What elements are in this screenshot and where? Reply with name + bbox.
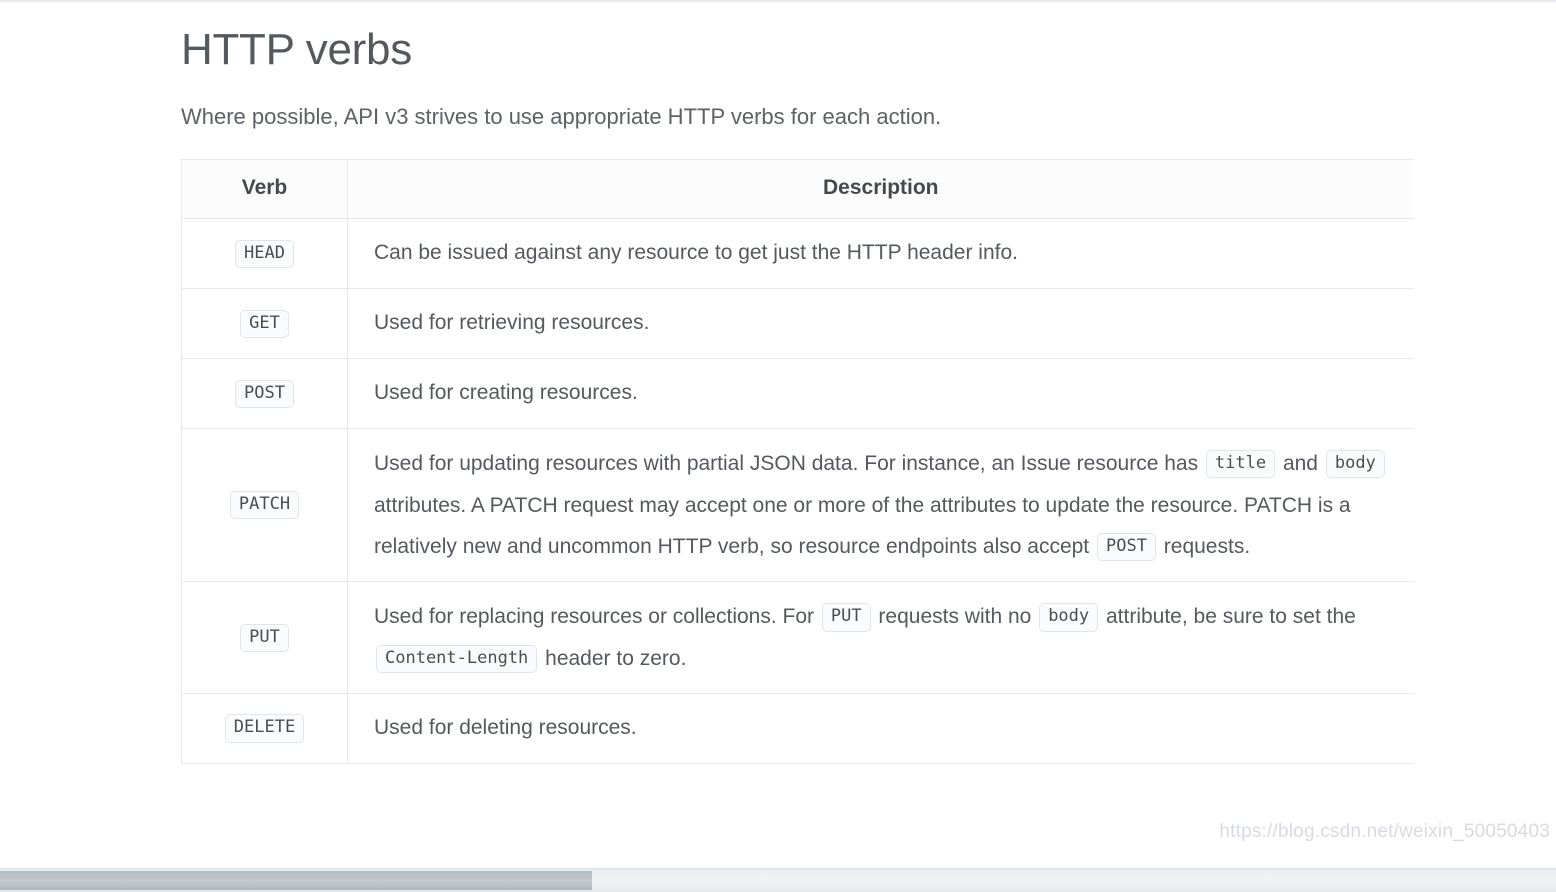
table-row: POST Used for creating resources.: [181, 358, 1414, 430]
table-cell-verb: PUT: [181, 581, 348, 694]
column-header-description: Description: [347, 159, 1414, 220]
horizontal-scrollbar[interactable]: [0, 868, 1556, 892]
http-verbs-table: Verb Description HEAD Can be issued agai…: [181, 159, 1414, 764]
table-cell-verb: POST: [181, 358, 348, 430]
column-header-verb: Verb: [181, 159, 348, 220]
verb-code-badge: HEAD: [235, 239, 294, 268]
verb-code-badge: PATCH: [229, 491, 300, 520]
table-row: DELETE Used for deleting resources.: [181, 693, 1414, 764]
inline-code-post: POST: [1096, 532, 1156, 562]
verb-code-badge: GET: [240, 309, 289, 338]
inline-code-body: body: [1039, 603, 1099, 632]
table-cell-description: Used for replacing resources or collecti…: [347, 581, 1414, 694]
page-intro-paragraph: Where possible, API v3 strives to use ap…: [181, 103, 942, 129]
table-row: HEAD Can be issued against any resource …: [181, 218, 1414, 290]
table-header: Verb Description: [181, 159, 1414, 220]
watermark-text: https://blog.csdn.net/weixin_50050403: [1219, 821, 1550, 842]
description-text-segment: Used for replacing resources or collecti…: [374, 605, 815, 629]
description-text-segment: requests.: [1163, 534, 1251, 558]
table-row: PATCH Used for updating resources with p…: [181, 428, 1414, 583]
table-cell-verb: HEAD: [181, 218, 348, 290]
table-cell-description: Can be issued against any resource to ge…: [347, 218, 1414, 290]
page-title: HTTP verbs: [181, 25, 412, 74]
inline-code-put: PUT: [821, 603, 871, 632]
verb-code-badge: DELETE: [224, 714, 305, 743]
table-cell-description: Used for creating resources.: [347, 358, 1414, 430]
verb-code-badge: PUT: [240, 623, 289, 652]
table-row: GET Used for retrieving resources.: [181, 288, 1414, 360]
table-body: HEAD Can be issued against any resource …: [181, 218, 1414, 764]
table-header-row: Verb Description: [181, 159, 1414, 220]
table-cell-description: Used for updating resources with partial…: [347, 428, 1414, 583]
table-cell-verb: GET: [181, 288, 348, 360]
description-text-segment: attribute, be sure to set the: [1105, 605, 1356, 629]
table-cell-description: Used for deleting resources.: [347, 693, 1414, 764]
description-text-segment: and: [1282, 452, 1318, 476]
table-cell-verb: DELETE: [181, 693, 348, 764]
table-cell-description: Used for retrieving resources.: [347, 288, 1414, 360]
description-text-segment: Used for updating resources with partial…: [374, 452, 1199, 476]
description-text-segment: requests with no: [878, 605, 1032, 629]
documentation-page: HTTP verbs Where possible, API v3 strive…: [0, 3, 1556, 869]
verb-code-badge: POST: [235, 379, 294, 408]
inline-code-content-length: Content-Length: [376, 644, 538, 673]
inline-code-title: title: [1205, 450, 1276, 479]
page-content: HTTP verbs Where possible, API v3 strive…: [0, 3, 1556, 764]
table-row: PUT Used for replacing resources or coll…: [181, 581, 1414, 694]
horizontal-scrollbar-thumb[interactable]: [0, 871, 592, 890]
inline-code-body: body: [1325, 450, 1385, 479]
table-cell-verb: PATCH: [181, 428, 348, 583]
description-text-segment: header to zero.: [545, 646, 687, 670]
